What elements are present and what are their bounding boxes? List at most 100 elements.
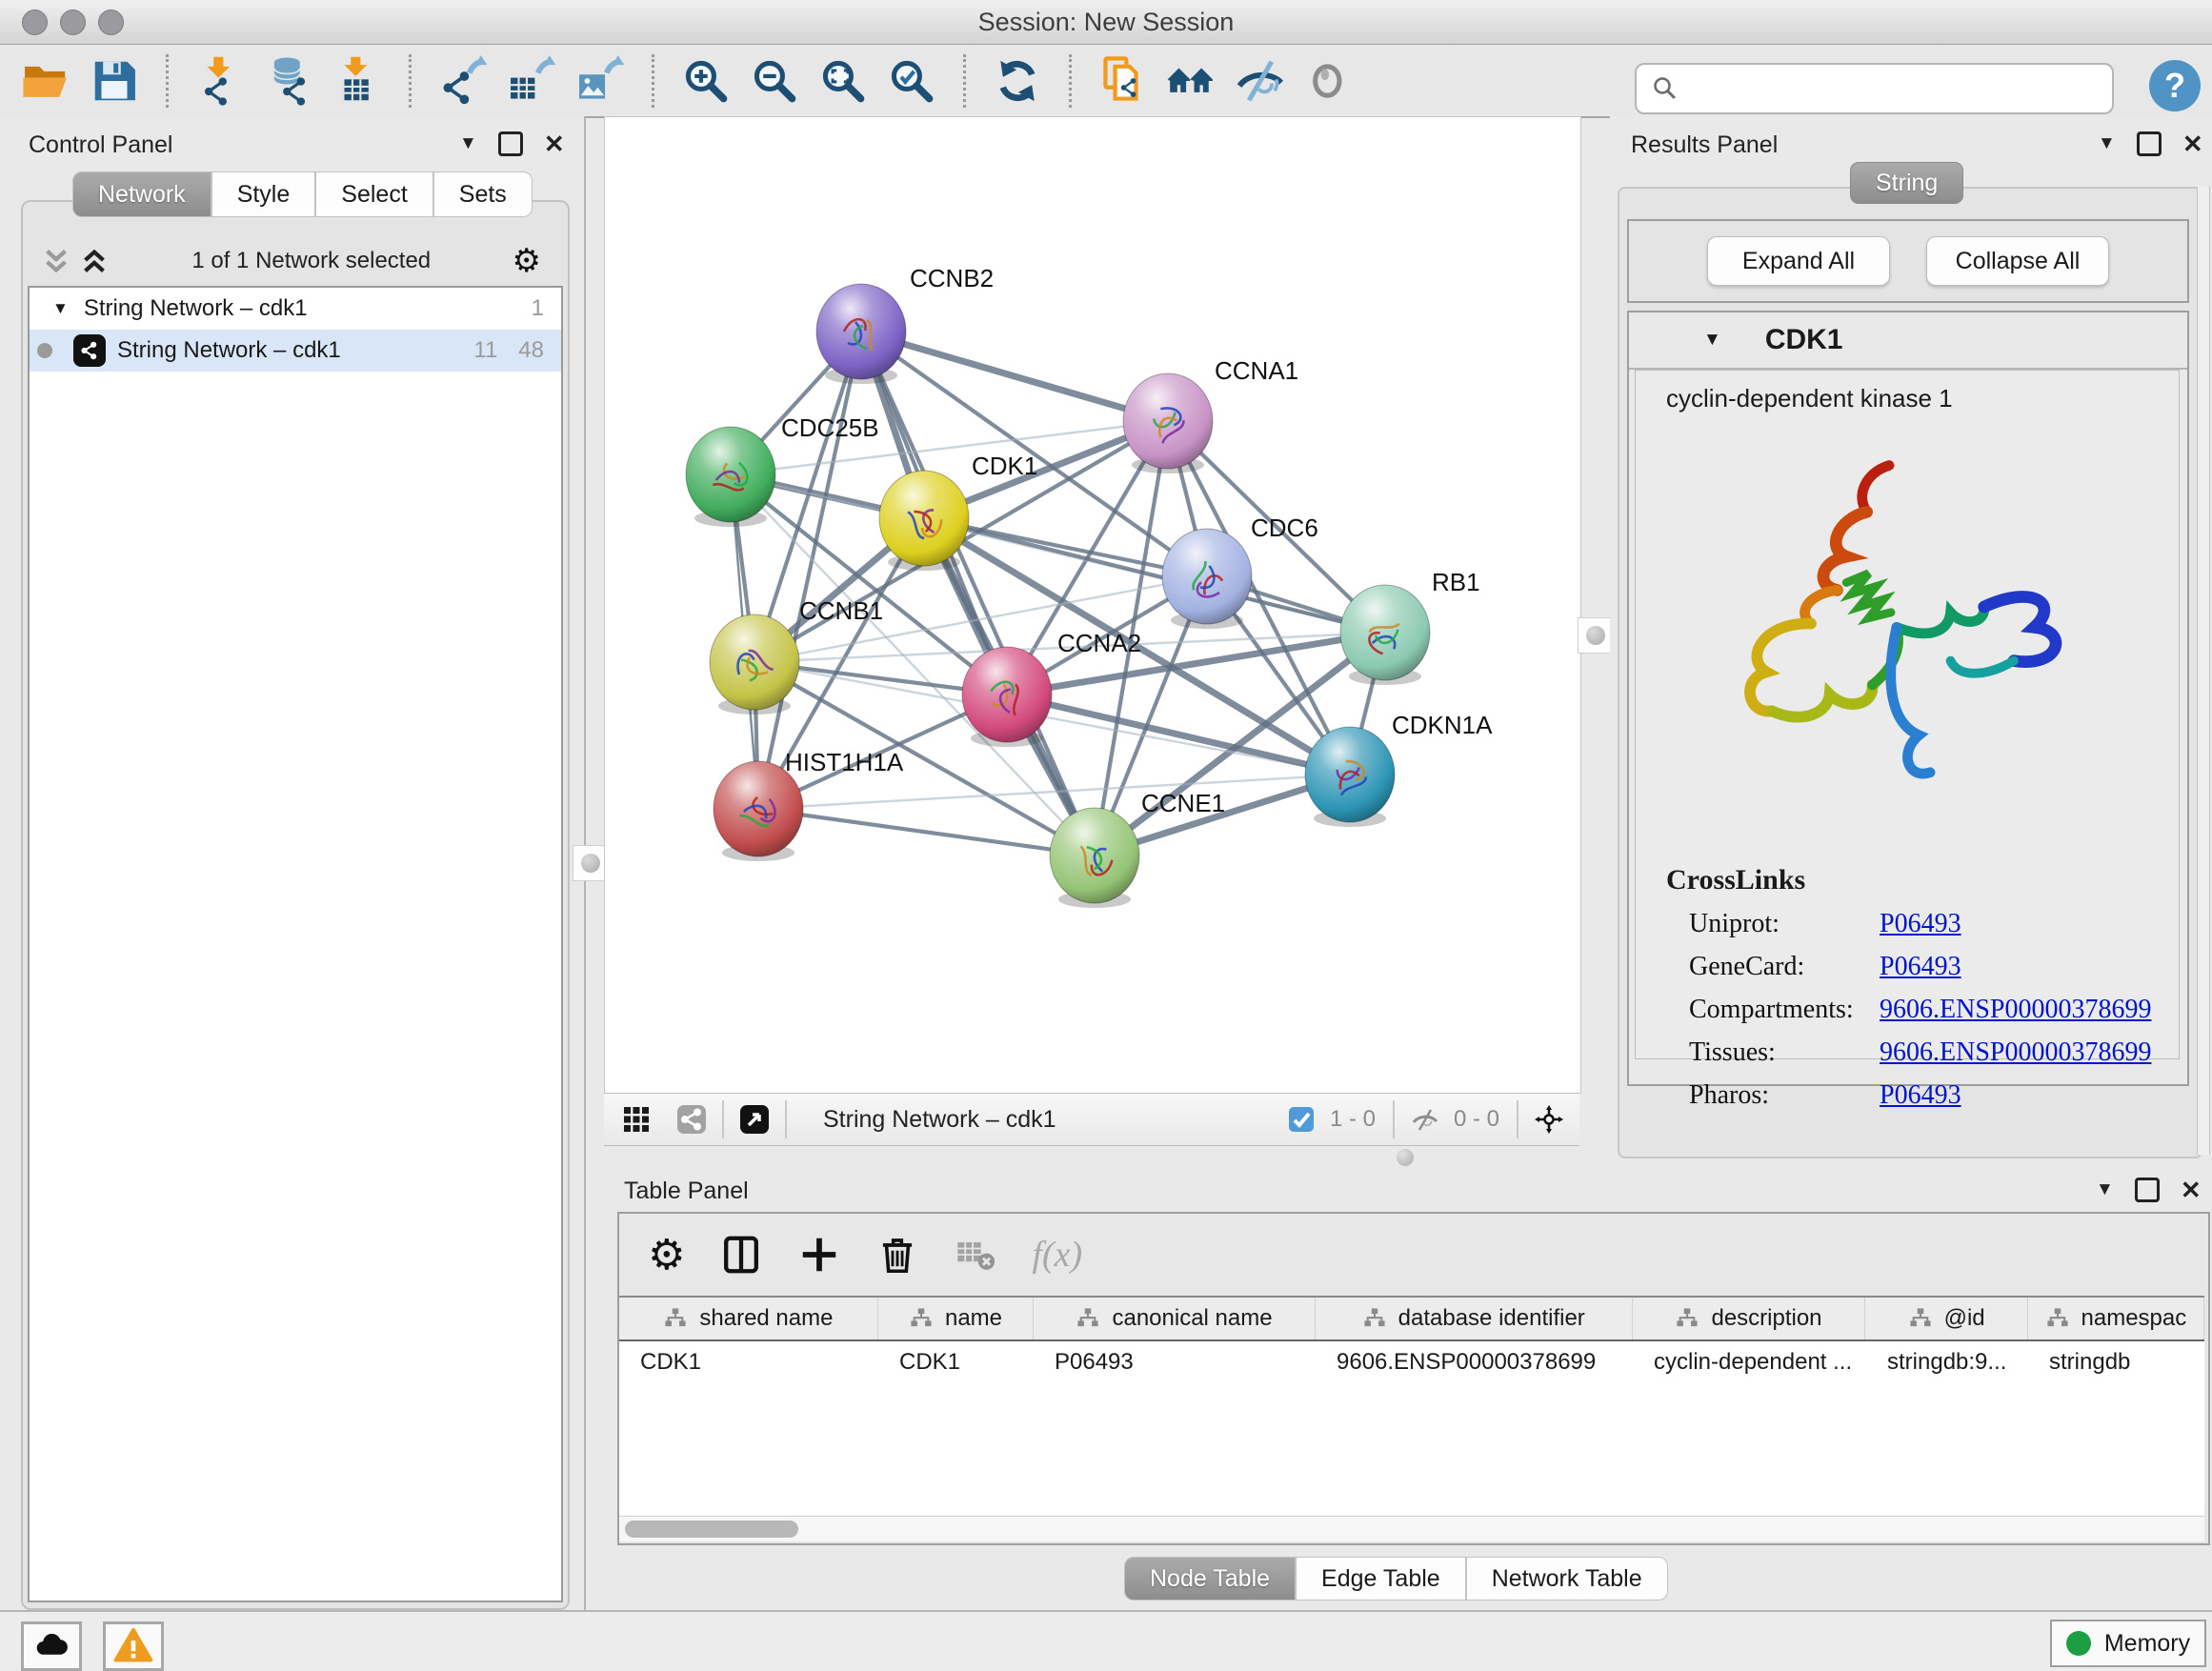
horizontal-splitter[interactable]: [604, 1145, 1579, 1170]
window-title: Session: New Session: [0, 8, 2212, 37]
collapse-all-button[interactable]: Collapse All: [1926, 236, 2109, 286]
crosslink-link[interactable]: P06493: [1880, 1080, 1961, 1111]
column-header-description[interactable]: description: [1633, 1298, 1866, 1339]
tab-network-table[interactable]: Network Table: [1466, 1557, 1668, 1601]
column-header-namespac[interactable]: namespac: [2028, 1298, 2204, 1339]
node-CDC25B[interactable]: CDC25B: [686, 413, 879, 527]
share-view-icon[interactable]: [671, 1100, 713, 1138]
tab-style[interactable]: Style: [211, 171, 316, 217]
network-options-gear-icon[interactable]: ⚙: [513, 242, 541, 280]
crosslink-link[interactable]: P06493: [1880, 952, 1961, 982]
import-network-file-icon[interactable]: [186, 51, 254, 111]
search-input[interactable]: [1680, 69, 2112, 109]
help-icon[interactable]: ?: [2149, 60, 2201, 111]
table-panel-float-icon[interactable]: [2135, 1178, 2160, 1202]
node-label-CCNA2: CCNA2: [1057, 629, 1141, 657]
cloud-icon[interactable]: [21, 1621, 82, 1671]
function-builder-icon[interactable]: f(x): [1032, 1234, 1082, 1276]
node-CCNB1[interactable]: CCNB1: [710, 596, 883, 715]
expand-all-button[interactable]: Expand All: [1707, 236, 1890, 286]
table-panel-minimize-icon[interactable]: ▼: [2096, 1179, 2114, 1200]
crosslink-link[interactable]: P06493: [1880, 909, 1961, 939]
delete-column-icon[interactable]: [875, 1233, 919, 1277]
import-network-database-icon[interactable]: [254, 51, 323, 111]
node-HIST1H1A[interactable]: HIST1H1A: [714, 748, 904, 861]
crosslink-row: Uniprot:P06493: [1689, 909, 2179, 939]
memory-button[interactable]: Memory: [2050, 1620, 2206, 1667]
network-selection-info: 1 of 1 Network selected: [111, 248, 513, 274]
table-cell: cyclin-dependent ...: [1633, 1341, 1866, 1383]
crosslink-link[interactable]: 9606.ENSP00000378699: [1880, 995, 2151, 1025]
export-network-icon[interactable]: [429, 51, 497, 111]
export-table-icon[interactable]: [497, 51, 566, 111]
warning-icon[interactable]: [103, 1621, 164, 1671]
tab-network[interactable]: Network: [72, 171, 211, 217]
network-row[interactable]: String Network – cdk1 11 48: [30, 330, 561, 372]
hide-selected-icon[interactable]: [1226, 51, 1295, 111]
expand-all-icon[interactable]: [78, 245, 111, 277]
node-collapse-icon[interactable]: ▼: [1703, 330, 1721, 351]
refresh-view-icon[interactable]: [983, 51, 1052, 111]
tab-select[interactable]: Select: [315, 171, 432, 217]
column-header-database-identifier[interactable]: database identifier: [1316, 1298, 1633, 1339]
results-panel-minimize-icon[interactable]: ▼: [2098, 133, 2116, 154]
table-row[interactable]: CDK1CDK1P064939606.ENSP00000378699cyclin…: [619, 1341, 2204, 1383]
results-panel-float-icon[interactable]: [2137, 131, 2162, 156]
column-header-name[interactable]: name: [878, 1298, 1034, 1339]
tab-sets[interactable]: Sets: [433, 171, 533, 217]
search-box[interactable]: [1635, 63, 2114, 114]
zoom-in-icon[interactable]: [672, 51, 740, 111]
tab-edge-table[interactable]: Edge Table: [1296, 1557, 1466, 1601]
show-all-networks-icon[interactable]: [1157, 51, 1226, 111]
clone-network-icon[interactable]: [1089, 51, 1157, 111]
network-collection-row[interactable]: ▼ String Network – cdk1 1: [30, 288, 561, 330]
results-panel-close-icon[interactable]: ✕: [2182, 134, 2203, 153]
tab-string[interactable]: String: [1850, 162, 1963, 204]
network-edge-count: 48: [518, 337, 544, 364]
table-options-gear-icon[interactable]: ⚙: [648, 1231, 685, 1279]
zoom-fit-icon[interactable]: [809, 51, 877, 111]
horizontal-splitter-grip[interactable]: [1397, 1149, 1414, 1166]
birdseye-view-icon[interactable]: [1528, 1100, 1570, 1138]
save-session-icon[interactable]: [80, 51, 149, 111]
show-columns-icon[interactable]: [719, 1233, 763, 1277]
collapse-all-icon[interactable]: [40, 245, 72, 277]
collection-expand-icon[interactable]: ▼: [52, 299, 69, 318]
control-panel-close-icon[interactable]: ✕: [544, 134, 565, 153]
node-CDKN1A[interactable]: CDKN1A: [1305, 711, 1493, 827]
table-panel-close-icon[interactable]: ✕: [2181, 1180, 2202, 1199]
node-label-CDK1: CDK1: [972, 452, 1037, 480]
zoom-out-icon[interactable]: [740, 51, 809, 111]
detach-view-icon[interactable]: [734, 1100, 775, 1138]
column-header--id[interactable]: @id: [1865, 1298, 2027, 1339]
import-table-file-icon[interactable]: [323, 51, 392, 111]
tab-node-table[interactable]: Node Table: [1124, 1557, 1296, 1601]
node-RB1[interactable]: RB1: [1340, 568, 1480, 685]
network-canvas[interactable]: CCNB2CCNA1CDC25BCDK1CDC6RB1CCNB1CCNA2CDK…: [604, 116, 1581, 1094]
delete-table-icon[interactable]: [954, 1233, 997, 1277]
table-hscrollbar-thumb[interactable]: [625, 1520, 798, 1538]
edge-CCNE1-HIST1H1A: [758, 809, 1095, 856]
zoom-selected-icon[interactable]: [877, 51, 946, 111]
export-image-icon[interactable]: [566, 51, 634, 111]
table-hscrollbar[interactable]: [619, 1516, 2204, 1541]
node-details-header[interactable]: ▼ CDK1: [1629, 312, 2187, 370]
column-header-canonical-name[interactable]: canonical name: [1034, 1298, 1316, 1339]
open-session-icon[interactable]: [11, 51, 80, 111]
selected-checkbox-icon[interactable]: [1280, 1100, 1322, 1138]
right-splitter-grip[interactable]: [1578, 617, 1614, 654]
node-label-CDKN1A: CDKN1A: [1392, 711, 1493, 739]
results-scrollbar[interactable]: [2197, 187, 2210, 1155]
control-panel-float-icon[interactable]: [498, 131, 523, 156]
node-CCNA1[interactable]: CCNA1: [1123, 356, 1298, 473]
node-label-CCNE1: CCNE1: [1141, 789, 1225, 817]
control-panel-minimize-icon[interactable]: ▼: [459, 133, 477, 154]
crosslink-link[interactable]: 9606.ENSP00000378699: [1880, 1037, 2151, 1068]
show-hidden-icon[interactable]: [1295, 51, 1363, 111]
grid-view-icon[interactable]: [615, 1100, 657, 1138]
crosslink-row: GeneCard:P06493: [1689, 952, 2179, 982]
column-header-shared-name[interactable]: shared name: [619, 1298, 878, 1339]
node-CCNE1[interactable]: CCNE1: [1050, 789, 1225, 908]
hidden-eye-icon[interactable]: [1404, 1100, 1446, 1138]
create-column-icon[interactable]: [797, 1233, 841, 1277]
